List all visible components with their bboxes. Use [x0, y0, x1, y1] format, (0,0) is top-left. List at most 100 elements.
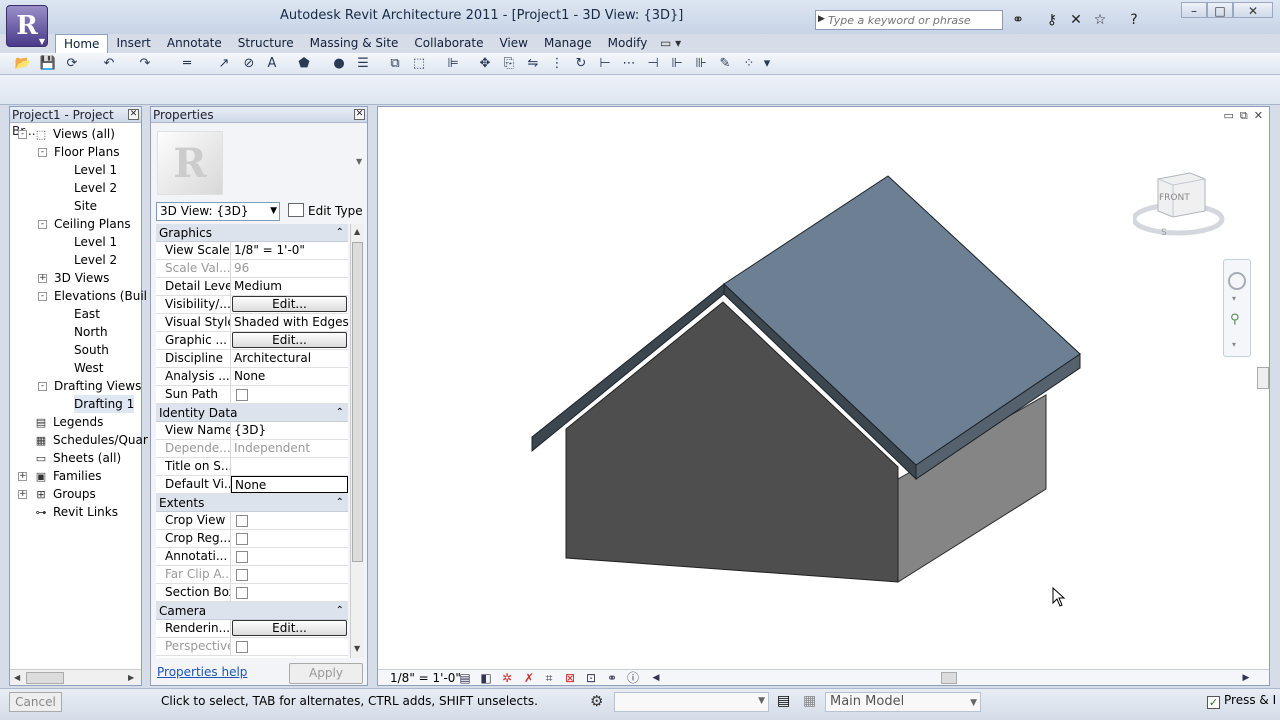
compass-south-label[interactable]: S	[1161, 228, 1167, 238]
tab-manage[interactable]: Manage	[536, 34, 600, 53]
vertical-scrollbar[interactable]: ▲ ▼	[350, 224, 364, 658]
property-group-header[interactable]: Extents ⌃	[156, 494, 348, 512]
tree-item[interactable]: Floor Plans	[54, 143, 119, 161]
tab-modify[interactable]: Modify	[600, 34, 656, 53]
search-input[interactable]	[828, 12, 998, 28]
workset-combo[interactable]: ▼	[614, 692, 769, 712]
collapse-icon[interactable]: -	[18, 130, 27, 139]
tree-item[interactable]: ▤ Legends	[34, 413, 104, 431]
properties-help-link[interactable]: Properties help	[157, 665, 247, 679]
tree-item[interactable]: ⬚ Views (all)	[34, 125, 115, 143]
shadows-icon[interactable]: ✗	[521, 670, 537, 686]
scrollbar-thumb[interactable]	[352, 242, 363, 562]
tree-item[interactable]: West	[74, 359, 104, 377]
tree-item[interactable]: ⊞ Groups	[34, 485, 95, 503]
undo-icon[interactable]: ↶	[100, 55, 118, 73]
expand-icon[interactable]: +	[18, 472, 27, 481]
tree-item[interactable]: Level 2	[74, 251, 117, 269]
close-icon[interactable]: ✕	[128, 109, 139, 120]
instance-type-selector[interactable]: 3D View: {3D} ▼	[156, 202, 280, 221]
zoom-icon[interactable]: ⚲	[1230, 312, 1240, 327]
edit-type-button[interactable]: Edit Type	[288, 202, 363, 221]
property-checkbox[interactable]	[236, 389, 248, 401]
3d-view-icon[interactable]: ⬟	[295, 55, 313, 73]
tree-item[interactable]: ⊶ Revit Links	[34, 503, 118, 521]
align-icon[interactable]: ⊫	[444, 55, 462, 73]
tree-item[interactable]: North	[74, 323, 108, 341]
copy-icon[interactable]: ⎘	[500, 55, 518, 73]
chevron-down-icon[interactable]: ▾	[1232, 340, 1236, 349]
tab-collaborate[interactable]: Collaborate	[406, 34, 491, 53]
edit-button[interactable]: Edit...	[232, 332, 347, 348]
tab-view[interactable]: View	[491, 34, 535, 53]
rotate-icon[interactable]: ↻	[572, 55, 590, 73]
property-value[interactable]: 1/8" = 1'-0"	[231, 242, 348, 259]
worksets-icon[interactable]: ⚙	[590, 692, 603, 710]
tree-item[interactable]: East	[74, 305, 100, 323]
tree-item[interactable]: Drafting Views	[54, 377, 141, 395]
move-icon[interactable]: ✥	[476, 55, 494, 73]
property-value[interactable]: {3D}	[231, 422, 348, 439]
close-hidden-icon[interactable]: ⧉	[386, 55, 404, 73]
press-drag-toggle[interactable]: ✓ Press & I	[1207, 693, 1276, 709]
view-horizontal-scroll-thumb[interactable]	[941, 672, 957, 684]
edit-button[interactable]: Edit...	[232, 296, 347, 312]
property-value[interactable]: None	[231, 476, 348, 493]
offset-icon[interactable]: ⊣	[644, 55, 662, 73]
scale-icon[interactable]: ⊩	[668, 55, 686, 73]
save-icon[interactable]: 💾	[39, 55, 57, 73]
application-menu-button[interactable]: R ▼	[6, 5, 48, 47]
split-icon[interactable]: ⋯	[620, 55, 638, 73]
sync-icon[interactable]: ⟳	[63, 55, 81, 73]
collapse-icon[interactable]: -	[38, 148, 47, 157]
visual-style-icon[interactable]: ◧	[478, 670, 494, 686]
tree-item[interactable]: South	[74, 341, 109, 359]
help-icon[interactable]: ?	[1124, 10, 1144, 30]
section-icon[interactable]: ●	[330, 55, 348, 73]
expand-arrow-icon[interactable]: ▶	[818, 14, 825, 24]
scroll-down-icon[interactable]: ▼	[354, 644, 360, 653]
property-checkbox[interactable]	[236, 551, 248, 563]
design-options-icon[interactable]: ▤	[777, 693, 790, 709]
collapse-icon[interactable]: -	[38, 220, 47, 229]
maximize-button[interactable]: □	[1207, 2, 1233, 18]
view-scale-label[interactable]: 1/8" = 1'-0"	[390, 671, 461, 685]
collapse-group-icon[interactable]: ⌃	[336, 404, 344, 422]
property-group-header[interactable]: Identity Data ⌃	[156, 404, 348, 422]
tree-item[interactable]: Level 1	[74, 233, 117, 251]
tree-item[interactable]: ▦ Schedules/Quar	[34, 431, 148, 449]
steering-wheel-icon[interactable]	[1228, 272, 1246, 290]
tree-item[interactable]: 3D Views	[54, 269, 109, 287]
measure-icon[interactable]: ═	[178, 55, 196, 73]
design-option-combo[interactable]: Main Model ▼	[825, 692, 981, 712]
key-icon[interactable]: ⚷	[1042, 10, 1062, 30]
viewcube-front-label[interactable]: FRONT	[1159, 193, 1190, 203]
tree-item[interactable]: ▣ Families	[34, 467, 102, 485]
edit-button[interactable]: Edit...	[232, 620, 347, 636]
expand-icon[interactable]: +	[18, 490, 27, 499]
close-button[interactable]: ✕	[1233, 2, 1273, 18]
pin-icon[interactable]: ⊪	[692, 55, 710, 73]
type-dropdown-arrow-icon[interactable]: ▼	[356, 157, 362, 166]
qat-customize-icon[interactable]: ▾	[758, 55, 776, 73]
viewcube[interactable]: FRONT S	[1131, 171, 1243, 243]
trim-icon[interactable]: ⊢	[596, 55, 614, 73]
scroll-up-icon[interactable]: ▲	[354, 227, 360, 236]
star-icon[interactable]: ☆	[1090, 10, 1110, 30]
view-vertical-scroll-thumb[interactable]	[1257, 367, 1269, 389]
property-group-header[interactable]: Graphics ⌃	[156, 224, 348, 242]
detail-level-icon[interactable]: ▤	[457, 670, 473, 686]
collapse-group-icon[interactable]: ⌃	[336, 224, 344, 242]
tree-item[interactable]: ▭ Sheets (all)	[34, 449, 121, 467]
mirror-icon[interactable]: ⇋	[524, 55, 542, 73]
dimension-icon[interactable]: ↗	[215, 55, 233, 73]
switch-windows-icon[interactable]: ⬚	[410, 55, 428, 73]
tab-insert[interactable]: Insert	[108, 34, 158, 53]
scroll-left-icon[interactable]: ◀	[14, 673, 20, 682]
property-checkbox[interactable]	[236, 515, 248, 527]
property-value[interactable]: Medium	[231, 278, 348, 295]
viewcube-graphic[interactable]	[1131, 171, 1243, 243]
crop-region-icon[interactable]: ⊠	[562, 670, 578, 686]
ribbon-minimize-toggle[interactable]: ▭ ▾	[660, 36, 681, 50]
close-icon[interactable]: ✕	[354, 109, 365, 120]
